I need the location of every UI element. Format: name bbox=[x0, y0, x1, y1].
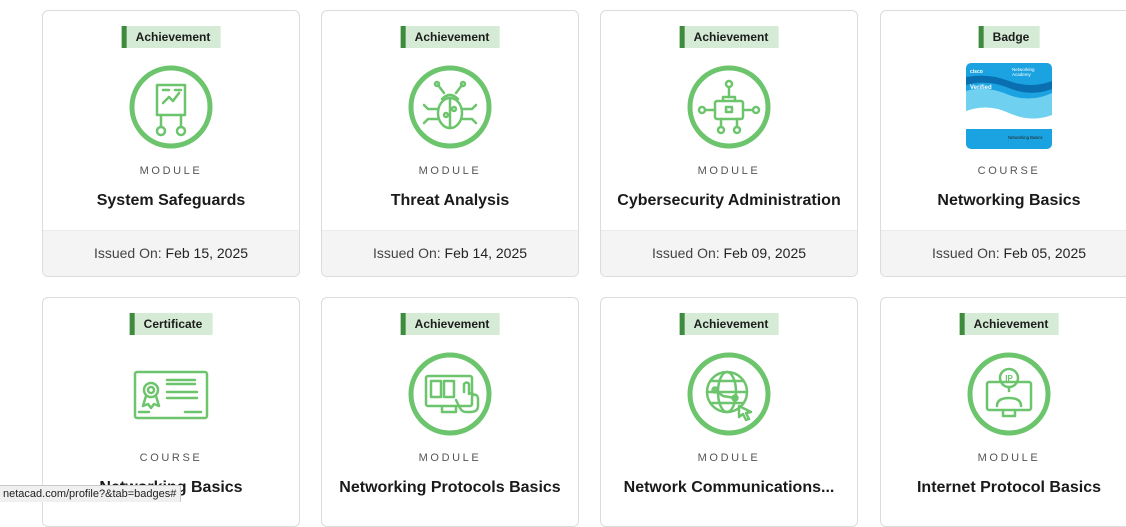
monitor-touch-icon bbox=[408, 352, 492, 436]
card-title: Network Communications... bbox=[623, 479, 835, 496]
issued-date: Feb 14, 2025 bbox=[444, 245, 528, 261]
svg-text:Academy: Academy bbox=[1012, 72, 1032, 77]
issued-label: Issued On: bbox=[372, 245, 441, 261]
card-title: Networking Basics bbox=[937, 192, 1081, 209]
cisco-networking-academy-badge: cisco Networking Academy Verified Networ… bbox=[966, 63, 1052, 149]
svg-text:IP: IP bbox=[1005, 374, 1013, 383]
bug-icon bbox=[408, 65, 492, 149]
badge-card-networking-protocols-basics[interactable]: Achievement MODULE Networking Protocols … bbox=[321, 297, 579, 527]
badge-card-system-safeguards[interactable]: Achievement MODULE System Safeguards Iss… bbox=[42, 10, 300, 277]
issued-date-footer: Issued On: Feb 05, 2025 bbox=[881, 230, 1126, 276]
key-puzzle-icon bbox=[129, 65, 213, 149]
tag-label: Achievement bbox=[121, 26, 221, 48]
card-kind: MODULE bbox=[418, 165, 482, 177]
issued-date: Feb 05, 2025 bbox=[1003, 245, 1087, 261]
certificate-icon bbox=[133, 370, 209, 420]
card-title: Threat Analysis bbox=[390, 192, 510, 209]
tag-label: Achievement bbox=[400, 26, 500, 48]
badges-grid: Achievement MODULE System Safeguards Iss… bbox=[0, 0, 1126, 527]
card-kind: COURSE bbox=[977, 165, 1041, 177]
svg-text:Networking Basics: Networking Basics bbox=[1008, 135, 1042, 140]
status-bar-url: netacad.com/profile?&tab=badges# bbox=[0, 485, 182, 502]
tag-label: Achievement bbox=[679, 26, 779, 48]
badge-card-network-communications[interactable]: Achievement MODULE Network Communication… bbox=[600, 297, 858, 527]
card-kind: MODULE bbox=[697, 452, 761, 464]
issued-date: Feb 09, 2025 bbox=[723, 245, 807, 261]
issued-date-footer: Issued On: Feb 14, 2025 bbox=[322, 230, 578, 276]
svg-text:cisco: cisco bbox=[970, 69, 983, 75]
badge-card-threat-analysis[interactable]: Achievement MODULE Threat Analysis Issue… bbox=[321, 10, 579, 277]
card-kind: MODULE bbox=[977, 452, 1041, 464]
card-title: Internet Protocol Basics bbox=[916, 479, 1102, 496]
badge-card-networking-basics[interactable]: Badge cisco Networking Academy Verified … bbox=[880, 10, 1126, 277]
card-title: Networking Protocols Basics bbox=[339, 479, 561, 496]
card-kind: MODULE bbox=[139, 165, 203, 177]
issued-label: Issued On: bbox=[93, 245, 162, 261]
tag-label: Certificate bbox=[129, 313, 213, 335]
issued-date: Feb 15, 2025 bbox=[165, 245, 249, 261]
tag-label: Badge bbox=[978, 26, 1040, 48]
card-kind: MODULE bbox=[418, 452, 482, 464]
tag-label: Achievement bbox=[959, 313, 1059, 335]
ip-monitor-icon: IP bbox=[967, 352, 1051, 436]
card-title: System Safeguards bbox=[96, 192, 246, 209]
issued-label: Issued On: bbox=[651, 245, 720, 261]
briefcase-network-icon bbox=[687, 65, 771, 149]
tag-label: Achievement bbox=[400, 313, 500, 335]
svg-text:Verified: Verified bbox=[970, 85, 992, 91]
card-kind: COURSE bbox=[139, 452, 203, 464]
badge-card-cybersecurity-administration[interactable]: Achievement MODULE Cybersecurity Adminis… bbox=[600, 10, 858, 277]
globe-cursor-icon bbox=[687, 352, 771, 436]
badge-card-internet-protocol-basics[interactable]: Achievement IP MODULE Internet Protocol … bbox=[880, 297, 1126, 527]
issued-label: Issued On: bbox=[931, 245, 1000, 261]
issued-date-footer: Issued On: Feb 15, 2025 bbox=[43, 230, 299, 276]
card-title: Cybersecurity Administration bbox=[617, 192, 841, 209]
issued-date-footer: Issued On: Feb 09, 2025 bbox=[601, 230, 857, 276]
card-kind: MODULE bbox=[697, 165, 761, 177]
tag-label: Achievement bbox=[679, 313, 779, 335]
